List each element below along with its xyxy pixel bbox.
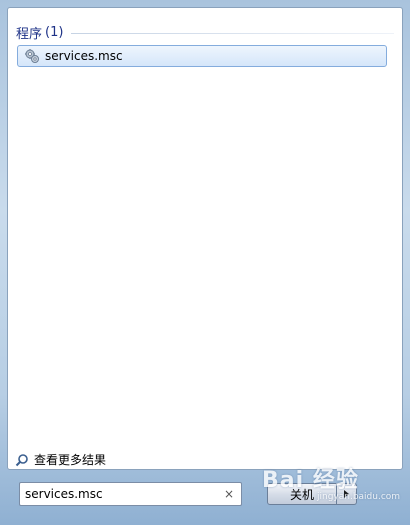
- search-results-panel: 程序 (1) services.msc 查看更多结果: [7, 7, 403, 470]
- start-menu: 程序 (1) services.msc 查看更多结果 services.msc …: [0, 0, 410, 525]
- shutdown-group: 关机: [267, 483, 357, 505]
- section-count: (1): [45, 24, 64, 40]
- programs-section-header[interactable]: 程序 (1): [16, 22, 394, 42]
- result-label: services.msc: [45, 49, 123, 63]
- shutdown-options-button[interactable]: [337, 483, 357, 505]
- search-input[interactable]: [25, 487, 215, 501]
- services-gear-icon: [24, 48, 40, 64]
- see-more-results-label: 查看更多结果: [34, 452, 107, 467]
- shutdown-button[interactable]: 关机: [267, 483, 337, 505]
- search-icon: [15, 452, 29, 467]
- result-item-services[interactable]: services.msc: [17, 45, 387, 67]
- search-box[interactable]: ×: [19, 482, 242, 506]
- arrow-right-icon: [344, 490, 349, 498]
- section-title: 程序: [16, 26, 43, 42]
- section-divider: [71, 33, 394, 34]
- see-more-results-link[interactable]: 查看更多结果: [15, 450, 106, 468]
- close-icon[interactable]: ×: [223, 487, 235, 501]
